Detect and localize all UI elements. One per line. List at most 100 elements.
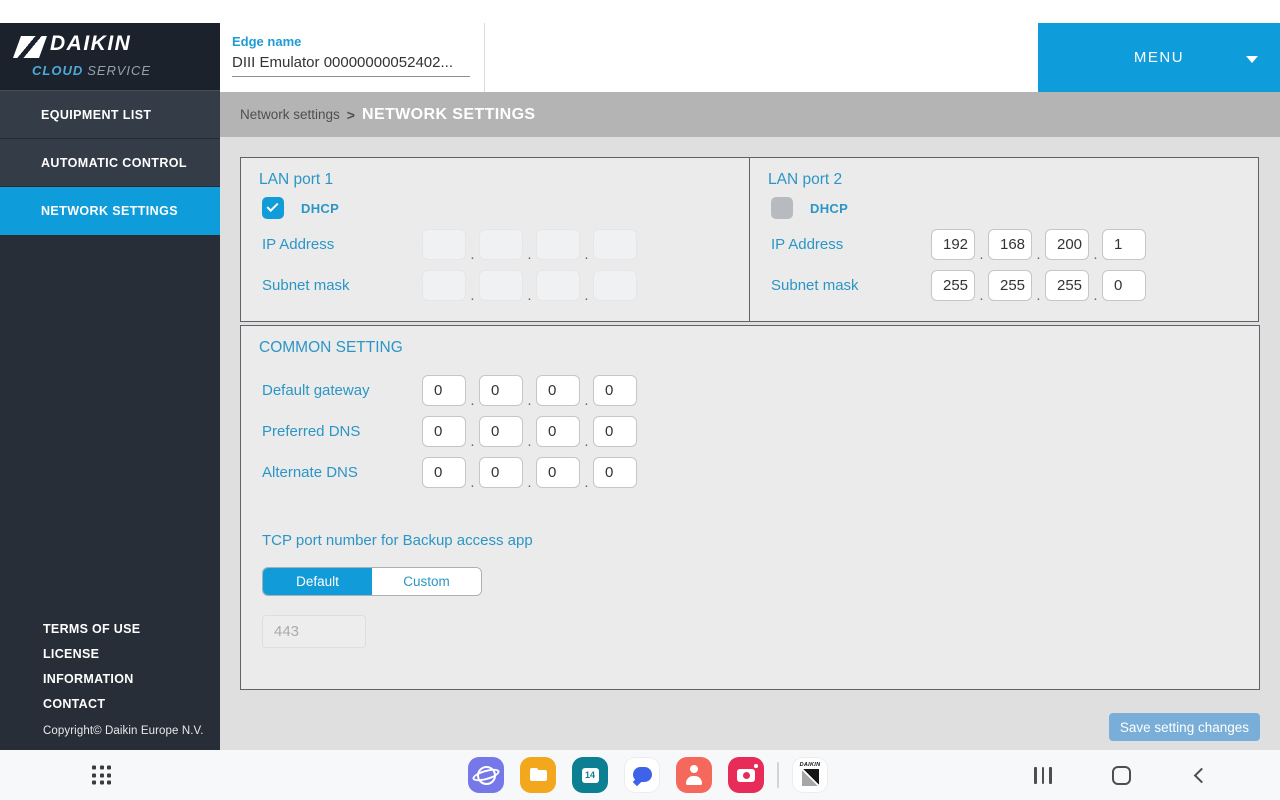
home-icon [1111,765,1131,785]
drawer-dot [92,765,96,770]
lan1-subnet-octet-1 [422,270,466,301]
content: LAN port 1 DHCP IP Address . . . Subnet … [220,137,1280,750]
lan2-subnet-octet-3[interactable] [1045,270,1089,301]
my-files-icon[interactable] [520,757,556,793]
daikin-app-icon[interactable]: DAIKIN [792,757,828,793]
alternate-dns-octet-4[interactable] [593,457,637,488]
lan1-subnet-octet-3 [536,270,580,301]
lan1-ip-row: IP Address . . . [262,229,749,263]
daikin-app-wordmark: DAIKIN [799,762,821,768]
octet-separator: . [979,246,984,263]
preferred-dns-octet-4[interactable] [593,416,637,447]
home-button[interactable] [1109,763,1133,787]
recents-button[interactable] [1031,763,1055,787]
lan2-dhcp-checkbox[interactable] [771,197,793,219]
preferred-dns-octet-3[interactable] [536,416,580,447]
person-head-shape [690,765,698,773]
camera-flash-dot [754,764,758,768]
back-button[interactable] [1187,763,1211,787]
lan2-subnet-row: Subnet mask . . . [771,270,1258,303]
edge-name-input[interactable] [232,54,470,77]
default-gateway-octet-2[interactable] [479,375,523,406]
default-gateway-row: Default gateway . . . [262,375,1259,409]
calendar-icon[interactable]: 14 [572,757,608,793]
contacts-icon[interactable] [676,757,712,793]
back-icon [1193,767,1209,783]
lan2-ip-octet-2[interactable] [988,229,1032,260]
terms-of-use-link[interactable]: TERMS OF USE [43,622,210,636]
drawer-dot [107,780,111,785]
chevron-down-icon [1246,55,1258,63]
drawer-dot [99,765,104,770]
recents-icon [1034,766,1052,784]
lan1-dhcp-checkbox[interactable] [262,197,284,219]
alternate-dns-octet-3[interactable] [536,457,580,488]
preferred-dns-octet-1[interactable] [422,416,466,447]
main-area: Edge name MENU Network settings > NETWOR… [220,23,1280,750]
common-setting-panel: COMMON SETTING Default gateway . . . Pre… [240,325,1260,690]
save-setting-changes-button[interactable]: Save setting changes [1108,713,1260,741]
lan2-subnet-label: Subnet mask [771,277,859,294]
default-gateway-octet-1[interactable] [422,375,466,406]
checkmark-icon [266,199,279,213]
sidebar-item-label: EQUIPMENT LIST [41,107,152,122]
lan2-ip-row: IP Address . . . [771,229,1258,263]
lan2-subnet-octet-1[interactable] [931,270,975,301]
octet-separator: . [470,474,475,491]
sidebar-item-equipment-list[interactable]: EQUIPMENT LIST [0,91,220,139]
lan2-subnet-octet-4[interactable] [1102,270,1146,301]
folder-body-shape [529,770,547,781]
messages-icon[interactable] [624,757,660,793]
tcp-port-custom-option[interactable]: Custom [372,568,481,595]
sidebar-item-automatic-control[interactable]: AUTOMATIC CONTROL [0,139,220,187]
lan2-ip-octet-3[interactable] [1045,229,1089,260]
preferred-dns-octet-2[interactable] [479,416,523,447]
daikin-logo-mark-icon [12,36,48,58]
logo-subtitle: CLOUD SERVICE [32,63,151,78]
alternate-dns-label: Alternate DNS [262,464,358,481]
octet-separator: . [470,287,475,304]
octet-separator: . [1036,246,1041,263]
lan1-ip-octet-3 [536,229,580,260]
lan1-subnet-octet-2 [479,270,523,301]
octet-separator: . [527,392,532,409]
taskbar-divider [777,762,779,788]
default-gateway-octet-3[interactable] [536,375,580,406]
header: Edge name MENU [220,23,1280,92]
lan2-ip-octet-1[interactable] [931,229,975,260]
logo-service-text: SERVICE [87,63,152,78]
preferred-dns-octets: . . . [422,416,637,449]
tcp-port-default-option[interactable]: Default [263,568,372,595]
lan-port-2-title: LAN port 2 [768,171,843,188]
sidebar-item-network-settings[interactable]: NETWORK SETTINGS [0,187,220,235]
octet-separator: . [584,287,589,304]
information-link[interactable]: INFORMATION [43,672,210,686]
alternate-dns-octet-2[interactable] [479,457,523,488]
alternate-dns-octets: . . . [422,457,637,491]
alternate-dns-octet-1[interactable] [422,457,466,488]
lan2-subnet-octet-2[interactable] [988,270,1032,301]
lan-ports-row: LAN port 1 DHCP IP Address . . . Subnet … [240,157,1260,322]
default-gateway-octet-4[interactable] [593,375,637,406]
octet-separator: . [470,246,475,263]
contact-link[interactable]: CONTACT [43,697,210,711]
daikin-cloud-app: DAIKIN CLOUD SERVICE EQUIPMENT LIST AUTOM… [0,23,1280,750]
lan1-ip-octet-1 [422,229,466,260]
octet-separator: . [527,474,532,491]
android-status-bar [0,0,1280,23]
license-link[interactable]: LICENSE [43,647,210,661]
sidebar-item-label: NETWORK SETTINGS [41,203,178,218]
camera-icon[interactable] [728,757,764,793]
lan2-subnet-octets: . . . [931,270,1146,303]
android-taskbar: 14 DAIKIN [0,750,1280,800]
lan1-subnet-row: Subnet mask . . . [262,270,749,304]
samsung-internet-icon[interactable] [468,757,504,793]
default-gateway-octets: . . . [422,375,637,409]
lan2-ip-octet-4[interactable] [1102,229,1146,260]
drawer-dot [107,765,111,770]
lan2-dhcp-row: DHCP [771,197,1258,219]
tcp-port-heading: TCP port number for Backup access app [262,532,533,549]
breadcrumb-parent[interactable]: Network settings [240,107,340,122]
app-drawer-button[interactable] [92,765,111,785]
menu-button[interactable]: MENU [1038,23,1280,92]
